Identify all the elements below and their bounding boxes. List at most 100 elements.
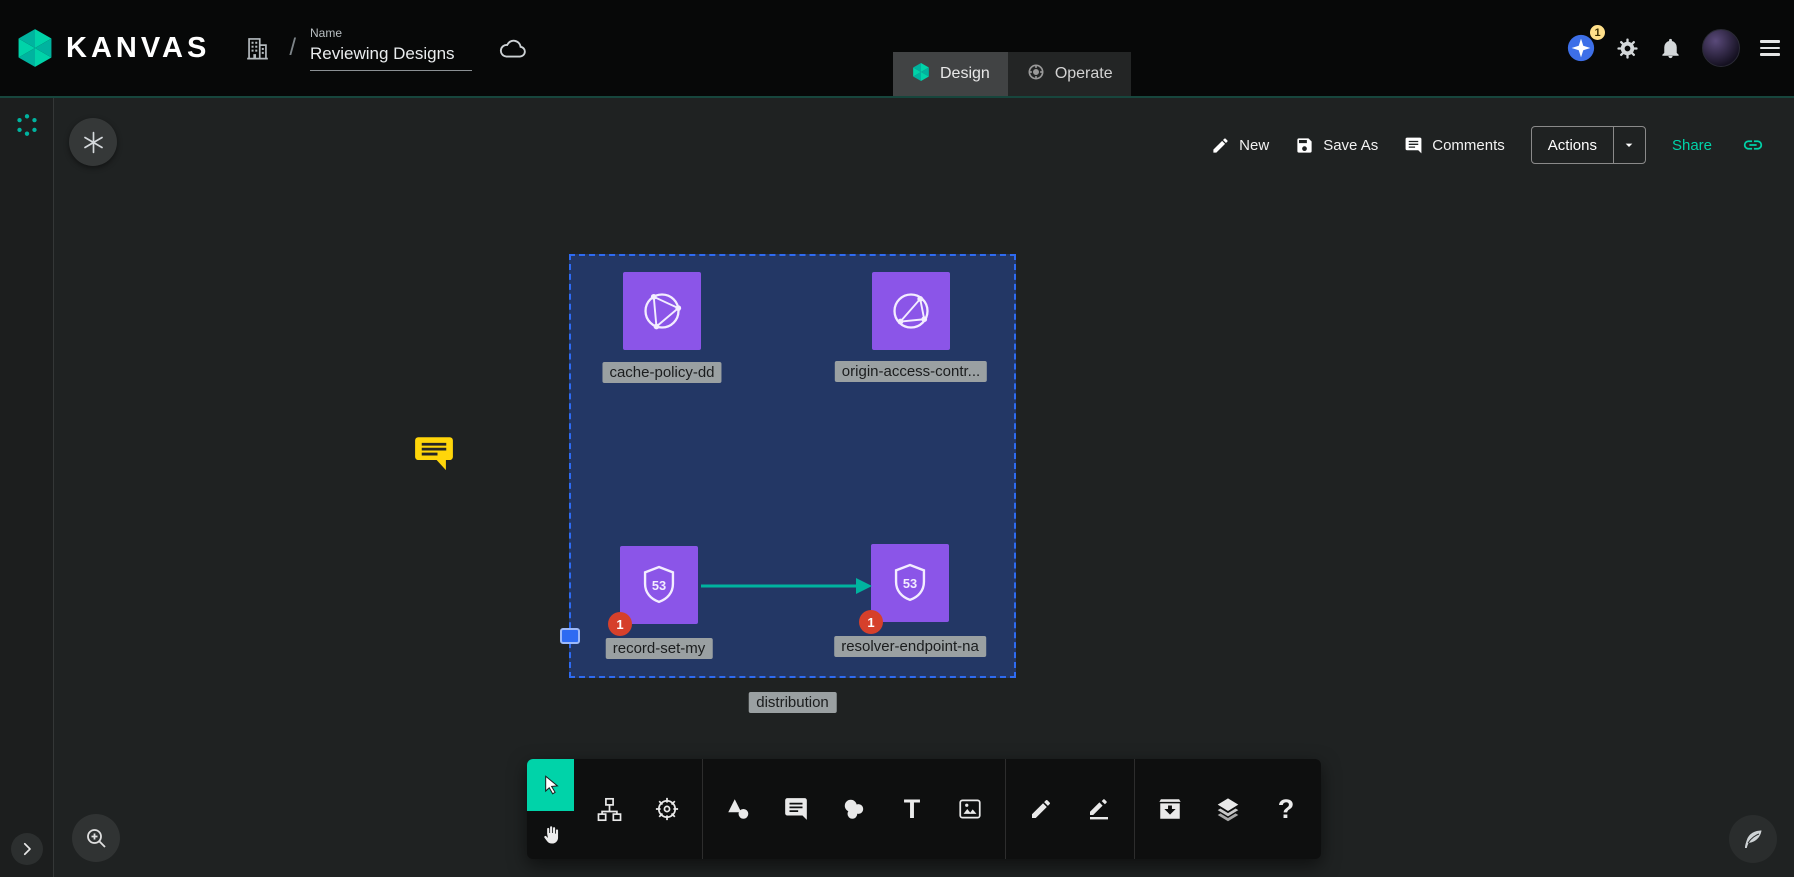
- helm-wheel-icon: [653, 795, 681, 823]
- tab-operate[interactable]: Operate: [1008, 52, 1131, 96]
- select-tool[interactable]: [527, 759, 574, 811]
- save-icon: [1295, 136, 1314, 155]
- node-cache-policy[interactable]: [623, 272, 701, 350]
- cloudfront-globe-icon: [639, 288, 685, 334]
- kubernetes-tool[interactable]: [638, 759, 696, 859]
- left-rail: [0, 98, 54, 877]
- text-tool-glyph: T: [904, 794, 921, 825]
- brand-wordmark: KANVAS: [66, 32, 210, 65]
- node-label-cache-policy[interactable]: cache-policy-dd: [602, 362, 721, 383]
- caret-down-icon: [1621, 137, 1637, 153]
- pencil-tool-icon: [1029, 797, 1053, 821]
- rail-spinner-icon[interactable]: [14, 112, 40, 143]
- node-badge[interactable]: 1: [608, 612, 632, 636]
- hand-icon: [540, 824, 562, 846]
- layers-tool[interactable]: [1199, 759, 1257, 859]
- tab-design[interactable]: Design: [893, 52, 1008, 96]
- dock-left-column: [527, 759, 574, 859]
- tab-operate-label: Operate: [1055, 65, 1113, 83]
- kanvas-app: KANVAS / Name: [0, 0, 1794, 877]
- expand-sidebar-button[interactable]: [11, 833, 43, 865]
- text-tool[interactable]: T: [883, 759, 941, 859]
- selection-group-distribution[interactable]: cache-policy-dd origin-access-contr... 5: [569, 254, 1016, 678]
- route53-shield-icon: 53: [637, 563, 681, 607]
- new-button[interactable]: New: [1211, 136, 1269, 155]
- notifications-button[interactable]: [1659, 37, 1682, 60]
- kanvas-logo-icon[interactable]: [14, 27, 56, 69]
- layers-icon: [1215, 796, 1241, 822]
- copy-link-button[interactable]: [1738, 130, 1768, 160]
- node-resolver-endpoint[interactable]: 53 1: [871, 544, 949, 622]
- sitemap-icon: [596, 796, 623, 823]
- components-tool[interactable]: [580, 759, 638, 859]
- pan-tool[interactable]: [527, 811, 574, 859]
- node-record-set[interactable]: 53 1: [620, 546, 698, 624]
- chevron-right-icon: [18, 840, 36, 858]
- link-icon: [1742, 134, 1764, 156]
- quill-icon: [1741, 827, 1765, 851]
- dock-group-annotate: T: [703, 759, 1005, 859]
- snowflake-button[interactable]: [69, 118, 117, 166]
- drawer-tool[interactable]: [1141, 759, 1199, 859]
- help-glyph: ?: [1278, 794, 1295, 825]
- zoom-button[interactable]: [72, 814, 120, 862]
- whiteboard-tool[interactable]: [825, 759, 883, 859]
- menu-icon[interactable]: [1760, 40, 1780, 56]
- group-label-distribution[interactable]: distribution: [748, 692, 837, 713]
- main-area: New Save As Comments Actions: [0, 98, 1794, 877]
- node-label-record-set[interactable]: record-set-my: [606, 638, 713, 659]
- tool-dock: T: [527, 759, 1321, 859]
- image-icon: [957, 796, 983, 822]
- design-name-input[interactable]: [310, 42, 472, 71]
- cursor-arrow-icon: [540, 774, 562, 796]
- share-button[interactable]: Share: [1672, 137, 1712, 154]
- blob-icon: [841, 796, 867, 822]
- settings-button[interactable]: [1616, 37, 1639, 60]
- snowflake-icon: [81, 130, 106, 155]
- comment-tool[interactable]: [767, 759, 825, 859]
- header-right: 1: [1566, 29, 1780, 67]
- comments-button[interactable]: Comments: [1404, 136, 1505, 155]
- organization-icon[interactable]: [244, 35, 271, 62]
- header-left: KANVAS / Name: [14, 26, 528, 71]
- mode-tabs: Design Operate: [893, 52, 1131, 96]
- node-badge[interactable]: 1: [859, 610, 883, 634]
- group-resize-handle[interactable]: [560, 628, 580, 644]
- pencil-tool[interactable]: [1012, 759, 1070, 859]
- new-label: New: [1239, 137, 1269, 154]
- gear-icon: [1616, 37, 1639, 60]
- comments-label: Comments: [1432, 137, 1505, 154]
- svg-text:53: 53: [652, 578, 666, 593]
- comment-marker[interactable]: [413, 432, 455, 479]
- help-tool[interactable]: ?: [1257, 759, 1315, 859]
- pen-underline-icon: [1087, 797, 1111, 821]
- edge-arrow[interactable]: [698, 566, 878, 606]
- node-label-origin-access[interactable]: origin-access-contr...: [835, 361, 987, 382]
- actions-caret[interactable]: [1613, 127, 1645, 163]
- node-origin-access[interactable]: [872, 272, 950, 350]
- dock-group-misc: ?: [1135, 759, 1321, 859]
- save-as-button[interactable]: Save As: [1295, 136, 1378, 155]
- tab-design-label: Design: [940, 65, 990, 83]
- dock-group-infra: [574, 759, 702, 859]
- image-tool[interactable]: [941, 759, 999, 859]
- save-as-label: Save As: [1323, 137, 1378, 154]
- cloud-sync-icon: [498, 33, 528, 63]
- actions-main-button[interactable]: Actions: [1532, 127, 1613, 163]
- name-label: Name: [310, 26, 472, 40]
- user-avatar[interactable]: [1702, 29, 1740, 67]
- notification-count-badge: 1: [1590, 25, 1605, 40]
- design-name-field: Name: [310, 26, 472, 71]
- origin-access-globe-icon: [888, 288, 934, 334]
- provider-button[interactable]: 1: [1566, 33, 1596, 63]
- breadcrumb-separator: /: [289, 34, 296, 62]
- design-canvas[interactable]: New Save As Comments Actions: [54, 98, 1794, 877]
- route53-shield-icon: 53: [888, 561, 932, 605]
- shapes-tool[interactable]: [709, 759, 767, 859]
- pen-tool[interactable]: [1070, 759, 1128, 859]
- feather-button[interactable]: [1729, 815, 1777, 863]
- canvas-toolbar: New Save As Comments Actions: [1211, 126, 1768, 164]
- pencil-icon: [1211, 136, 1230, 155]
- node-label-resolver-endpoint[interactable]: resolver-endpoint-na: [834, 636, 986, 657]
- comment-tool-icon: [783, 796, 809, 822]
